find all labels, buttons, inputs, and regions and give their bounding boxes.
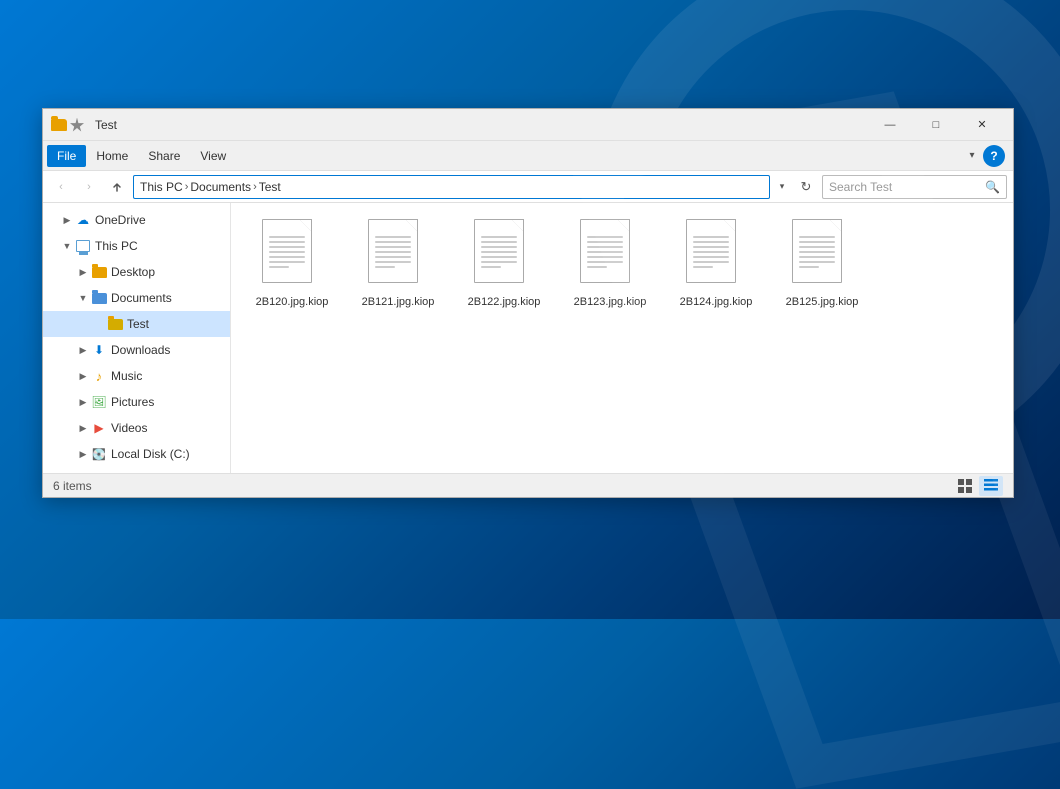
sidebar-item-onedrive[interactable]: ▶ ☁ OneDrive <box>43 207 230 233</box>
file-explorer-window: Test — □ ✕ File Home Share View ▾ ? ‹ › … <box>42 108 1014 498</box>
sidebar-label-pictures: Pictures <box>111 395 154 409</box>
file-icon-0 <box>262 219 322 291</box>
breadcrumb-documents: Documents <box>190 180 251 194</box>
expand-arrow-onedrive: ▶ <box>59 207 75 233</box>
pictures-icon: 🖼 <box>91 394 107 410</box>
file-name-1: 2B121.jpg.kiop <box>362 295 435 309</box>
file-name-0: 2B120.jpg.kiop <box>256 295 329 309</box>
expand-arrow-videos: ▶ <box>75 415 91 441</box>
documents-icon <box>91 290 107 306</box>
sidebar-item-localdisk[interactable]: ▶ 💽 Local Disk (C:) <box>43 441 230 467</box>
sidebar-label-downloads: Downloads <box>111 343 170 357</box>
file-item-2[interactable]: 2B122.jpg.kiop <box>459 213 549 315</box>
menu-item-home[interactable]: Home <box>86 145 138 167</box>
downloads-icon: ⬇ <box>91 342 107 358</box>
expand-arrow-desktop: ▶ <box>75 259 91 285</box>
window-controls: — □ ✕ <box>867 109 1005 141</box>
file-item-3[interactable]: 2B123.jpg.kiop <box>565 213 655 315</box>
sidebar: ▶ ☁ OneDrive ▼ This PC ▶ Desktop <box>43 203 231 473</box>
videos-icon: ▶ <box>91 420 107 436</box>
sidebar-label-thispc: This PC <box>95 239 138 253</box>
back-button[interactable]: ‹ <box>49 175 73 199</box>
file-name-4: 2B124.jpg.kiop <box>680 295 753 309</box>
hdd-icon: 💽 <box>91 446 107 462</box>
file-icon-5 <box>792 219 852 291</box>
sidebar-label-videos: Videos <box>111 421 147 435</box>
file-name-3: 2B123.jpg.kiop <box>574 295 647 309</box>
expand-arrow-documents: ▼ <box>75 285 91 311</box>
minimize-button[interactable]: — <box>867 109 913 141</box>
thispc-icon <box>75 238 91 254</box>
test-folder-icon <box>107 316 123 332</box>
sidebar-label-documents: Documents <box>111 291 172 305</box>
expand-arrow-thispc: ▼ <box>59 233 75 259</box>
sidebar-item-documents[interactable]: ▼ Documents <box>43 285 230 311</box>
sidebar-label-music: Music <box>111 369 142 383</box>
desktop-icon <box>91 264 107 280</box>
sidebar-item-downloads[interactable]: ▶ ⬇ Downloads <box>43 337 230 363</box>
breadcrumb-test: Test <box>259 180 281 194</box>
view-grid-button[interactable] <box>953 476 977 496</box>
maximize-button[interactable]: □ <box>913 109 959 141</box>
up-button[interactable] <box>105 175 129 199</box>
menu-item-view[interactable]: View <box>190 145 236 167</box>
file-icon-2 <box>474 219 534 291</box>
sidebar-item-videos[interactable]: ▶ ▶ Videos <box>43 415 230 441</box>
title-bar: Test — □ ✕ <box>43 109 1013 141</box>
main-file-area: 2B120.jpg.kiop 2B121.jpg.kiop <box>231 203 1013 473</box>
file-item-0[interactable]: 2B120.jpg.kiop <box>247 213 337 315</box>
content-area: ▶ ☁ OneDrive ▼ This PC ▶ Desktop <box>43 203 1013 473</box>
file-name-5: 2B125.jpg.kiop <box>786 295 859 309</box>
forward-button[interactable]: › <box>77 175 101 199</box>
item-count: 6 items <box>53 479 92 493</box>
address-input[interactable]: This PC › Documents › Test <box>133 175 770 199</box>
sidebar-item-thispc[interactable]: ▼ This PC <box>43 233 230 259</box>
sidebar-label-localdisk: Local Disk (C:) <box>111 447 190 461</box>
file-item-5[interactable]: 2B125.jpg.kiop <box>777 213 867 315</box>
menu-expand-icon[interactable]: ▾ <box>961 145 983 167</box>
onedrive-icon: ☁ <box>75 212 91 228</box>
view-list-button[interactable] <box>979 476 1003 496</box>
menu-bar: File Home Share View ▾ ? <box>43 141 1013 171</box>
file-icon-4 <box>686 219 746 291</box>
title-pin-icon <box>69 117 85 133</box>
expand-arrow-localdisk: ▶ <box>75 441 91 467</box>
address-dropdown-icon[interactable]: ▾ <box>774 175 790 199</box>
close-button[interactable]: ✕ <box>959 109 1005 141</box>
file-item-4[interactable]: 2B124.jpg.kiop <box>671 213 761 315</box>
menu-item-share[interactable]: Share <box>138 145 190 167</box>
refresh-button[interactable]: ↻ <box>794 175 818 199</box>
file-name-2: 2B122.jpg.kiop <box>468 295 541 309</box>
sidebar-label-onedrive: OneDrive <box>95 213 146 227</box>
menu-item-file[interactable]: File <box>47 145 86 167</box>
file-icon-1 <box>368 219 428 291</box>
sidebar-label-test: Test <box>127 317 149 331</box>
status-bar: 6 items <box>43 473 1013 497</box>
file-item-1[interactable]: 2B121.jpg.kiop <box>353 213 443 315</box>
title-folder-icon <box>51 117 67 133</box>
search-box[interactable]: Search Test 🔍 <box>822 175 1007 199</box>
window-title: Test <box>95 118 867 132</box>
sidebar-label-desktop: Desktop <box>111 265 155 279</box>
sidebar-item-pictures[interactable]: ▶ 🖼 Pictures <box>43 389 230 415</box>
file-icon-3 <box>580 219 640 291</box>
expand-arrow-pictures: ▶ <box>75 389 91 415</box>
sidebar-item-music[interactable]: ▶ ♪ Music <box>43 363 230 389</box>
sidebar-item-test[interactable]: ▶ Test <box>43 311 230 337</box>
expand-arrow-music: ▶ <box>75 363 91 389</box>
sidebar-item-desktop[interactable]: ▶ Desktop <box>43 259 230 285</box>
expand-arrow-downloads: ▶ <box>75 337 91 363</box>
search-icon[interactable]: 🔍 <box>985 180 1000 194</box>
help-button[interactable]: ? <box>983 145 1005 167</box>
music-icon: ♪ <box>91 368 107 384</box>
address-bar: ‹ › This PC › Documents › Test ▾ ↻ Searc… <box>43 171 1013 203</box>
title-bar-icons <box>51 117 85 133</box>
breadcrumb-this-pc: This PC <box>140 180 183 194</box>
search-placeholder: Search Test <box>829 180 985 194</box>
view-buttons <box>953 476 1003 496</box>
